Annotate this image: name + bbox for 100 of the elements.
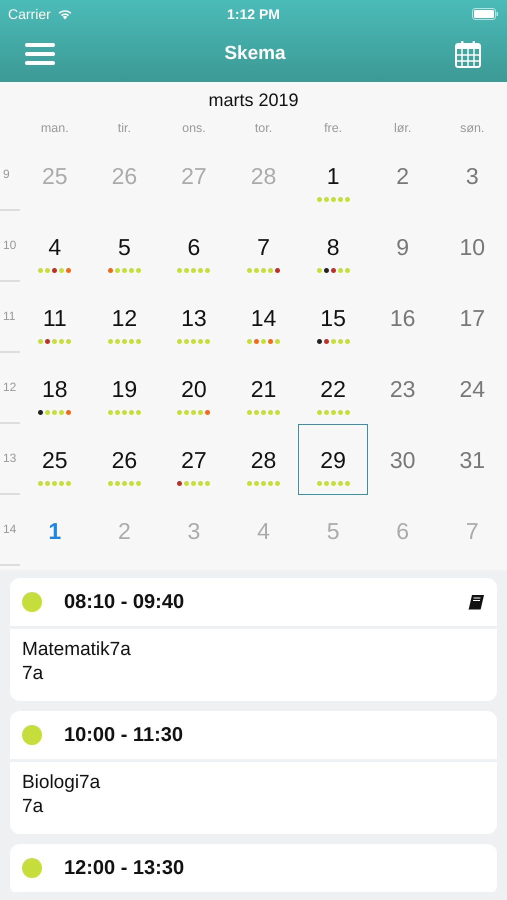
lesson-card[interactable]: 08:10 - 09:40 Matematik7a 7a (10, 578, 497, 701)
weekday-label: fre. (323, 121, 344, 135)
week-number: 12 (3, 380, 16, 394)
day-cell[interactable]: 2 (368, 140, 438, 211)
day-cell[interactable]: 14 (228, 282, 298, 353)
day-number: 19 (112, 376, 138, 402)
week-number: 10 (3, 238, 16, 252)
day-number: 6 (188, 234, 200, 260)
week-number: 9 (3, 167, 10, 181)
week-number: 11 (3, 309, 16, 323)
weekday-label: ons. (181, 121, 207, 135)
day-number: 23 (390, 376, 416, 402)
day-number: 29 (320, 447, 346, 473)
status-time: 1:12 PM (227, 6, 280, 22)
calendar-icon[interactable] (455, 40, 481, 68)
day-cell[interactable]: 25 (20, 424, 90, 495)
day-cell[interactable]: 17 (437, 282, 507, 353)
weekday-label: man. (40, 121, 70, 135)
lesson-card[interactable]: 12:00 - 13:30 (10, 844, 497, 895)
lesson-time: 12:00 - 13:30 (64, 856, 186, 880)
day-number: 9 (396, 234, 410, 260)
day-number: 26 (112, 447, 138, 473)
day-number: 24 (459, 376, 486, 402)
menu-icon[interactable] (25, 42, 55, 66)
lesson-text: 7a (22, 662, 44, 686)
day-number: 30 (390, 447, 416, 473)
day-number: 7 (466, 518, 479, 544)
battery-icon (472, 8, 499, 20)
day-cell[interactable]: 4 (20, 211, 90, 282)
wifi-icon (56, 8, 73, 20)
selected-day-cell[interactable]: 29 (298, 424, 368, 495)
day-number: 13 (181, 305, 207, 331)
lesson-text: 7a (22, 795, 44, 819)
day-cell[interactable]: 5 (90, 211, 160, 282)
day-number: 5 (326, 518, 340, 544)
day-number: 26 (112, 163, 138, 189)
day-cell[interactable]: 8 (298, 211, 368, 282)
day-cell[interactable]: 27 (159, 424, 229, 495)
day-cell[interactable]: 7 (228, 211, 298, 282)
day-number: 15 (320, 305, 346, 331)
day-number: 27 (181, 447, 207, 473)
day-number: 16 (390, 305, 416, 331)
screen-title: Skema (224, 43, 286, 65)
carrier-label: Carrier (8, 6, 51, 22)
day-cell[interactable]: 18 (20, 353, 90, 424)
day-number: 4 (257, 518, 270, 544)
day-cell[interactable]: 22 (298, 353, 368, 424)
day-cell[interactable]: 26 (90, 424, 160, 495)
day-cell[interactable]: 10 (437, 211, 507, 282)
day-number: 12 (112, 305, 138, 331)
day-cell[interactable]: 1 (298, 140, 368, 211)
day-cell[interactable]: 13 (159, 282, 229, 353)
weekday-label: lør. (393, 121, 412, 135)
day-number: 4 (48, 234, 62, 260)
day-number: 14 (250, 305, 276, 331)
day-cell[interactable]: 9 (368, 211, 438, 282)
day-number: 3 (466, 163, 479, 189)
day-cell[interactable]: 11 (20, 282, 90, 353)
weekday-label: tir. (116, 121, 132, 135)
day-number: 17 (459, 305, 486, 331)
day-cell[interactable]: 19 (90, 353, 160, 424)
day-number: 6 (396, 518, 410, 544)
week-number: 13 (3, 451, 16, 465)
day-number: 21 (250, 376, 276, 402)
day-number: 27 (181, 163, 207, 189)
day-number: 8 (326, 234, 340, 260)
day-cell[interactable]: 20 (159, 353, 229, 424)
day-cell[interactable]: 28 (228, 424, 298, 495)
day-number: 31 (459, 447, 486, 473)
lesson-text: Matematik7a (22, 638, 132, 662)
day-number: 1 (48, 518, 62, 544)
day-cell[interactable]: 24 (437, 353, 507, 424)
day-number: 11 (42, 305, 67, 331)
day-cell[interactable]: 21 (228, 353, 298, 424)
day-cell[interactable]: 3 (437, 140, 507, 211)
day-cell[interactable]: 15 (298, 282, 368, 353)
lesson-time: 10:00 - 11:30 (64, 724, 184, 746)
day-cell[interactable]: 6 (159, 211, 229, 282)
month-title: marts 2019 (207, 89, 300, 112)
day-cell[interactable]: 16 (368, 282, 438, 353)
day-number: 2 (118, 518, 131, 544)
day-number: 5 (118, 234, 131, 260)
day-number: 22 (320, 376, 346, 402)
day-number: 7 (257, 234, 270, 260)
day-cell[interactable]: 30 (368, 424, 438, 495)
day-cell[interactable]: 12 (90, 282, 160, 353)
day-number: 18 (42, 376, 68, 402)
day-number: 20 (181, 376, 207, 402)
day-cell[interactable]: 31 (437, 424, 507, 495)
day-number: 28 (250, 447, 276, 473)
day-number: 2 (396, 163, 410, 189)
day-number: 25 (42, 163, 68, 189)
day-cell[interactable]: 23 (368, 353, 438, 424)
day-number: 1 (326, 163, 340, 189)
day-number: 25 (42, 447, 68, 473)
lesson-time: 08:10 - 09:40 (64, 590, 186, 614)
week-number: 14 (3, 522, 16, 536)
day-number: 28 (250, 163, 276, 189)
weekday-label: tor. (254, 121, 274, 135)
lesson-card[interactable]: 10:00 - 11:30 Biologi7a 7a (10, 711, 497, 834)
